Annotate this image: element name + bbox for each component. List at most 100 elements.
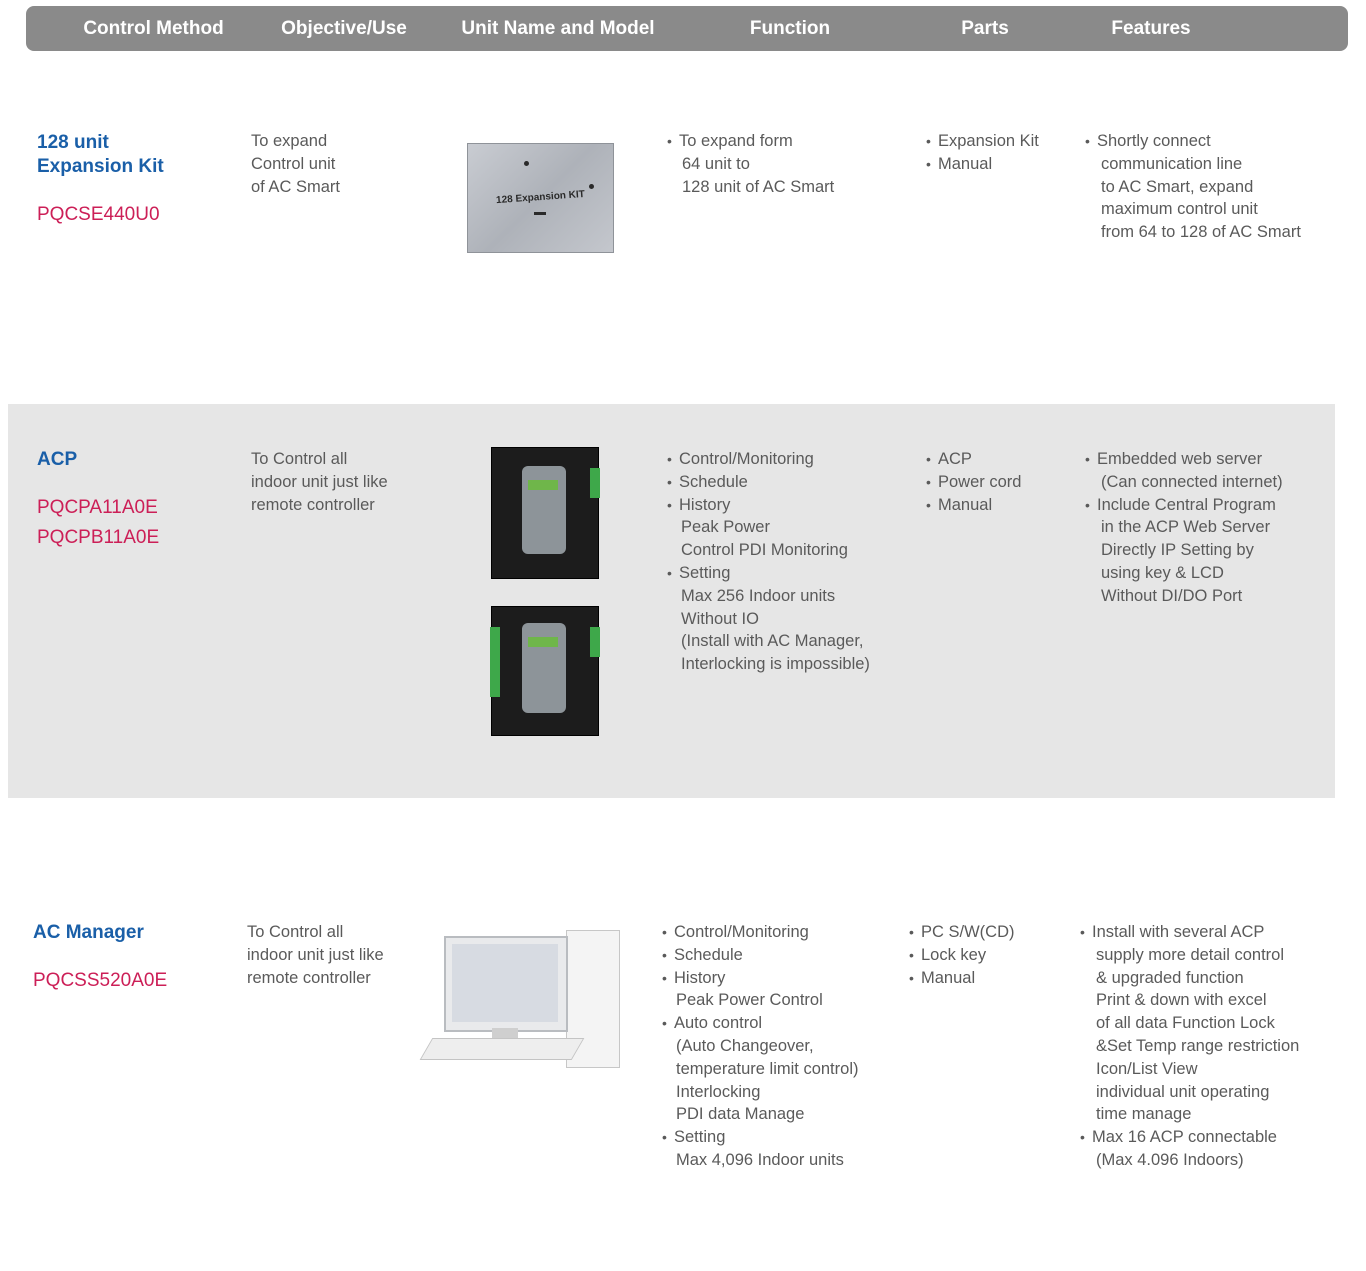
item-line: Interlocking (676, 1082, 761, 1101)
item-line: individual unit operating (1096, 1082, 1270, 1101)
item-line: in the ACP Web Server (1101, 518, 1271, 537)
table-header: Control Method Objective/Use Unit Name a… (26, 6, 1348, 51)
objective-line: remote controller (247, 968, 371, 987)
image-label: 128 Expansion KIT (495, 188, 586, 207)
objective-text: To Control all indoor unit just like rem… (251, 448, 388, 516)
item-line: History (679, 495, 731, 514)
parts-list: Expansion Kit Manual (926, 130, 1039, 176)
product-title: AC Manager (33, 921, 144, 945)
list-item: Shortly connect communication line to AC… (1085, 130, 1301, 244)
item-line: & upgraded function (1096, 968, 1244, 987)
parts-list: PC S/W(CD) Lock key Manual (909, 921, 1015, 989)
item-line: Max 16 ACP connectable (1092, 1128, 1277, 1147)
item-line: Control/Monitoring (674, 923, 809, 941)
item-line: &Set Temp range restriction (1096, 1036, 1300, 1055)
objective-text: To Control all indoor unit just like rem… (247, 921, 384, 989)
objective-text: To expand Control unit of AC Smart (251, 130, 340, 198)
list-item: Control/Monitoring (662, 921, 858, 944)
item-line: Max 256 Indoor units (681, 586, 836, 605)
model-line: PQCPA11A0E (37, 497, 158, 518)
item-line: Power cord (938, 472, 1022, 491)
item-line: Setting (674, 1128, 726, 1147)
objective-line: remote controller (251, 495, 375, 514)
item-line: time manage (1096, 1105, 1192, 1124)
header-features: Features (1111, 18, 1191, 39)
list-item: Control/Monitoring (667, 448, 870, 471)
item-line: Icon/List View (1096, 1059, 1198, 1078)
item-line: 128 unit of AC Smart (682, 177, 835, 196)
item-line: Auto control (674, 1014, 763, 1033)
model-line: PQCSE440U0 (37, 204, 160, 225)
objective-line: of AC Smart (251, 177, 340, 196)
model-line: PQCSS520A0E (33, 970, 168, 991)
acp-unit-b-image (490, 606, 600, 736)
function-list: To expand form 64 unit to 128 unit of AC… (667, 130, 834, 198)
list-item: Include Central Program in the ACP Web S… (1085, 494, 1283, 608)
item-line: Print & down with excel (1096, 991, 1267, 1010)
item-line: Embedded web server (1097, 450, 1263, 468)
item-line: communication line (1101, 154, 1243, 173)
model-line: PQCPB11A0E (37, 527, 160, 548)
item-line: ACP (938, 450, 972, 468)
item-line: using key & LCD (1101, 563, 1224, 582)
item-line: History (674, 968, 726, 987)
function-list: Control/Monitoring Schedule History Peak… (662, 921, 858, 1172)
header-objective-use: Objective/Use (281, 18, 407, 39)
item-line: Manual (938, 495, 993, 514)
item-line: Install with several ACP (1092, 923, 1265, 941)
item-line: maximum control unit (1101, 200, 1258, 219)
item-line: Lock key (921, 945, 987, 964)
title-line: Expansion Kit (37, 156, 164, 177)
item-line: Control PDI Monitoring (681, 541, 848, 560)
item-line: Directly IP Setting by (1101, 541, 1254, 560)
item-line: supply more detail control (1096, 945, 1285, 964)
objective-line: indoor unit just like (247, 945, 384, 964)
product-title: ACP (37, 448, 77, 472)
objective-line: To expand (251, 132, 328, 150)
header-function: Function (749, 18, 831, 39)
objective-line: To Control all (247, 923, 344, 941)
item-line: 64 unit to (682, 154, 750, 173)
list-item: Embedded web server (Can connected inter… (1085, 448, 1283, 494)
product-title: 128 unit Expansion Kit (37, 131, 164, 179)
title-line: ACP (37, 449, 78, 470)
objective-line: To Control all (251, 450, 348, 468)
item-line: Manual (938, 154, 993, 173)
item-line: from 64 to 128 of AC Smart (1101, 223, 1301, 242)
list-item: Manual (909, 967, 1015, 990)
title-line: 128 unit (37, 132, 109, 153)
features-list: Shortly connect communication line to AC… (1085, 130, 1301, 244)
item-line: (Can connected internet) (1101, 472, 1283, 491)
list-item: Schedule (662, 944, 858, 967)
item-line: Max 4,096 Indoor units (676, 1150, 844, 1169)
item-line: To expand form (679, 132, 793, 150)
expansion-kit-image: 128 Expansion KIT (467, 143, 614, 253)
model-code: PQCSE440U0 (37, 200, 160, 230)
header-unit-name-model: Unit Name and Model (461, 18, 655, 39)
acp-unit-a-image (491, 447, 600, 579)
list-item: PC S/W(CD) (909, 921, 1015, 944)
item-line: Peak Power (681, 518, 770, 537)
item-line: Schedule (674, 945, 743, 964)
item-line: Shortly connect (1097, 132, 1211, 150)
list-item: ACP (926, 448, 1021, 471)
item-line: to AC Smart, expand (1101, 177, 1254, 196)
item-line: Schedule (679, 472, 748, 491)
list-item: Manual (926, 494, 1021, 517)
objective-line: Control unit (251, 154, 336, 173)
title-line: AC Manager (33, 922, 144, 943)
parts-list: ACP Power cord Manual (926, 448, 1021, 516)
list-item: Setting Max 4,096 Indoor units (662, 1126, 858, 1172)
item-line: (Auto Changeover, (676, 1036, 814, 1055)
list-item: Max 16 ACP connectable (Max 4.096 Indoor… (1080, 1126, 1299, 1172)
item-line: Interlocking is impossible) (681, 655, 870, 674)
list-item: History Peak Power Control (662, 967, 858, 1013)
item-line: of all data Function Lock (1096, 1014, 1275, 1033)
item-line: Peak Power Control (676, 991, 823, 1010)
model-code: PQCSS520A0E (33, 966, 167, 996)
item-line: Control/Monitoring (679, 450, 814, 468)
list-item: Auto control (Auto Changeover, temperatu… (662, 1012, 858, 1126)
features-list: Embedded web server (Can connected inter… (1085, 448, 1283, 608)
objective-line: indoor unit just like (251, 472, 388, 491)
item-line: Without IO (681, 609, 759, 628)
